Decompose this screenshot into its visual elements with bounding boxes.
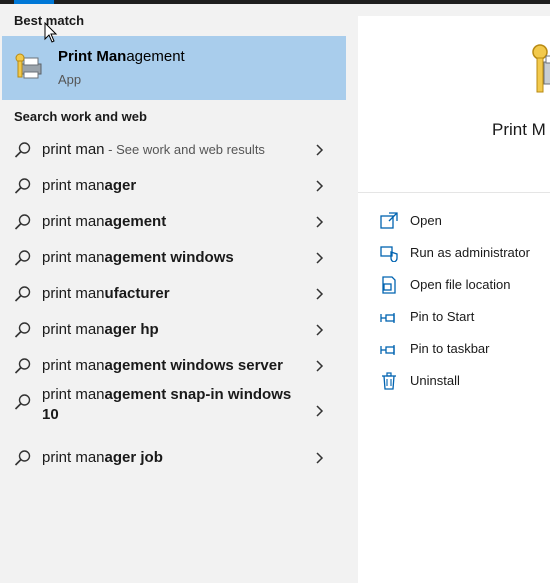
search-icon bbox=[14, 322, 31, 338]
print-management-icon bbox=[15, 53, 42, 79]
search-suggestion[interactable]: print manager hp bbox=[0, 312, 346, 348]
chevron-right-icon[interactable] bbox=[314, 215, 324, 229]
search-section-heading: Search work and web bbox=[14, 109, 147, 124]
search-icon bbox=[14, 214, 31, 230]
action-label: Open file location bbox=[410, 277, 511, 292]
action-label: Pin to Start bbox=[410, 309, 475, 324]
chevron-right-icon[interactable] bbox=[314, 287, 324, 301]
chevron-right-icon[interactable] bbox=[314, 179, 324, 193]
search-suggestion[interactable]: print management windows bbox=[0, 240, 346, 276]
best-match-type: App bbox=[58, 72, 82, 87]
chevron-right-icon[interactable] bbox=[314, 359, 324, 373]
chevron-right-icon[interactable] bbox=[314, 451, 324, 465]
chevron-right-icon[interactable] bbox=[314, 143, 324, 157]
search-suggestion[interactable]: print man - See work and web results bbox=[0, 132, 346, 168]
search-icon bbox=[14, 286, 31, 302]
best-match-result[interactable]: Print Management App bbox=[2, 36, 346, 100]
search-icon bbox=[14, 178, 31, 194]
details-pane: Print M Open Run as administrator Open fil… bbox=[358, 16, 550, 583]
chevron-right-icon[interactable] bbox=[314, 323, 324, 337]
suggestion-text: print manager hp bbox=[42, 321, 159, 338]
chevron-right-icon[interactable] bbox=[314, 404, 324, 418]
suggestion-text: print manufacturer bbox=[42, 285, 170, 302]
best-match-title: Print Management bbox=[58, 48, 185, 65]
action-open[interactable]: Open bbox=[380, 208, 550, 236]
action-open-file-location[interactable]: Open file location bbox=[380, 272, 550, 300]
search-icon bbox=[14, 394, 31, 410]
action-label: Pin to taskbar bbox=[410, 341, 490, 356]
search-suggestion[interactable]: print manager job bbox=[0, 440, 346, 476]
divider bbox=[358, 192, 550, 193]
action-label: Run as administrator bbox=[410, 245, 530, 260]
open-icon bbox=[380, 212, 398, 229]
shield-icon bbox=[380, 246, 398, 262]
action-pin-to-taskbar[interactable]: Pin to taskbar bbox=[380, 336, 550, 364]
suggestion-text: print man - See work and web results bbox=[42, 141, 265, 158]
action-run-as-administrator[interactable]: Run as administrator bbox=[380, 240, 550, 268]
search-icon bbox=[14, 358, 31, 374]
print-management-large-icon bbox=[532, 44, 550, 93]
suggestion-text: print manager job bbox=[42, 449, 163, 466]
action-uninstall[interactable]: Uninstall bbox=[380, 368, 550, 396]
search-suggestion[interactable]: print manager bbox=[0, 168, 346, 204]
suggestion-text: print manager bbox=[42, 177, 137, 194]
search-suggestion[interactable]: print manufacturer bbox=[0, 276, 346, 312]
search-icon bbox=[14, 250, 31, 266]
suggestion-text: print management windows bbox=[42, 249, 234, 266]
search-suggestion[interactable]: print management bbox=[0, 204, 346, 240]
action-label: Open bbox=[410, 213, 442, 228]
search-icon bbox=[14, 450, 31, 466]
search-suggestion[interactable]: print management snap-in windows 10 bbox=[0, 384, 346, 438]
file-location-icon bbox=[382, 276, 396, 294]
app-title: Print M bbox=[492, 120, 546, 139]
suggestion-text: print management bbox=[42, 213, 167, 230]
results-pane: Best match Print Management App Search w… bbox=[0, 4, 346, 583]
search-icon bbox=[14, 142, 31, 158]
chevron-right-icon[interactable] bbox=[314, 251, 324, 265]
suggestion-text: print management windows server bbox=[42, 357, 283, 374]
search-suggestion[interactable]: print management windows server bbox=[0, 348, 346, 384]
action-label: Uninstall bbox=[410, 373, 460, 388]
suggestion-text: print management snap-in windows 10 bbox=[42, 386, 292, 423]
trash-icon bbox=[382, 372, 396, 390]
pin-taskbar-icon bbox=[380, 345, 395, 355]
pin-icon bbox=[380, 313, 395, 323]
action-pin-to-start[interactable]: Pin to Start bbox=[380, 304, 550, 332]
mouse-cursor-icon bbox=[44, 22, 58, 43]
